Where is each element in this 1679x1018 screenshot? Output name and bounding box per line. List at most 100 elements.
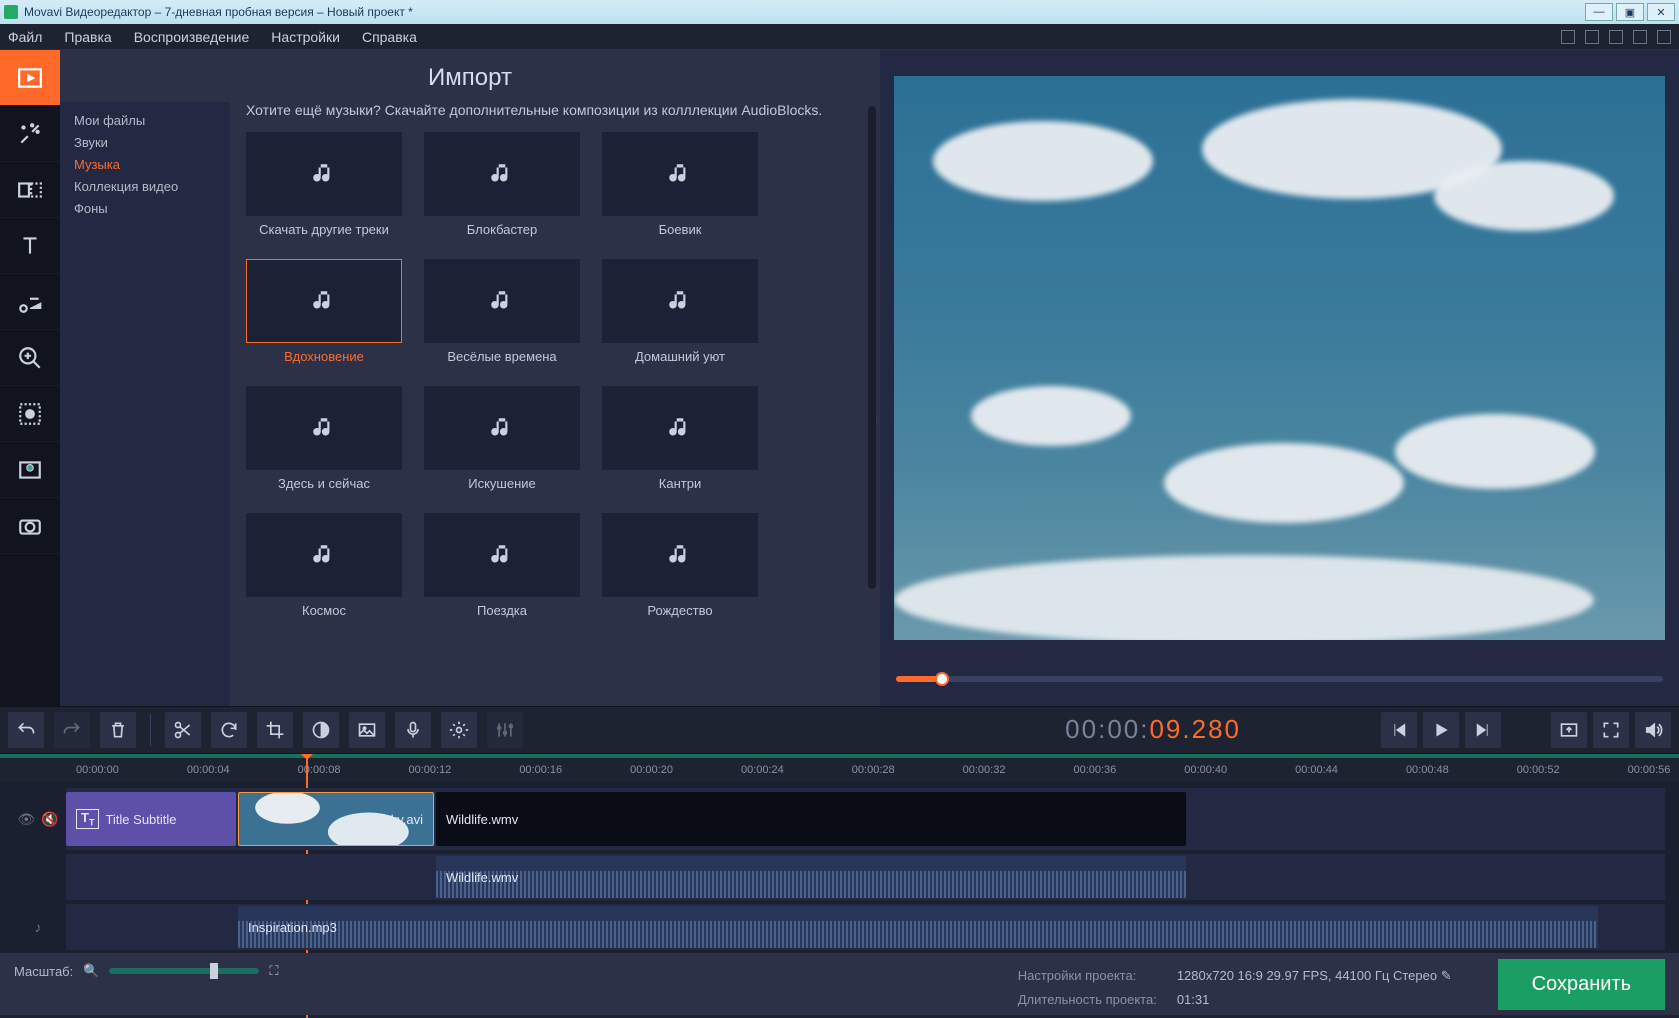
timecode-current: 09.280 [1149, 714, 1241, 744]
menu-help[interactable]: Справка [362, 29, 417, 45]
clip-wildlife-video[interactable]: Wildlife.wmv [436, 792, 1186, 846]
timecode-prefix: 00:00: [1065, 714, 1149, 744]
next-button[interactable] [1465, 712, 1501, 748]
zoom-fit-icon[interactable]: ⛶ [269, 963, 278, 979]
ruler-tick: 00:00:24 [741, 764, 784, 776]
ruler-tick: 00:00:36 [1073, 764, 1116, 776]
close-button[interactable]: ✕ [1647, 3, 1675, 21]
social-youtube-icon[interactable] [1561, 30, 1575, 44]
mute-icon[interactable]: 🔇 [41, 811, 58, 828]
editor-toolbar: 00:00:09.280 [0, 706, 1679, 754]
timeline: 00:00:0000:00:0400:00:0800:00:1200:00:16… [0, 754, 1679, 974]
music-tile[interactable]: Весёлые времена [424, 259, 580, 364]
time-ruler[interactable]: 00:00:0000:00:0400:00:0800:00:1200:00:16… [0, 754, 1679, 782]
maximize-button[interactable]: ▣ [1616, 3, 1644, 21]
social-vk-icon[interactable] [1633, 30, 1647, 44]
export-frame-button[interactable] [1551, 712, 1587, 748]
ruler-tick: 00:00:12 [408, 764, 451, 776]
volume-button[interactable] [1635, 712, 1671, 748]
eye-icon[interactable]: 👁 [17, 811, 35, 828]
tool-titles[interactable] [0, 218, 60, 274]
ruler-tick: 00:00:20 [630, 764, 673, 776]
music-tile[interactable]: Вдохновение [246, 259, 402, 364]
music-tile-label: Поездка [424, 603, 580, 618]
menu-settings[interactable]: Настройки [271, 29, 340, 45]
social-fb-icon[interactable] [1609, 30, 1623, 44]
project-info: Настройки проекта: 1280x720 16:9 29.97 F… [1016, 963, 1454, 1013]
zoom-out-icon[interactable]: 🔍 [83, 963, 99, 979]
tool-transitions[interactable] [0, 162, 60, 218]
social-ok-icon[interactable] [1585, 30, 1599, 44]
seek-knob-icon[interactable] [935, 672, 949, 686]
color-button[interactable] [303, 712, 339, 748]
category-backgrounds[interactable]: Фоны [74, 198, 216, 220]
tool-import[interactable] [0, 50, 60, 106]
ruler-tick: 00:00:32 [963, 764, 1006, 776]
fullscreen-button[interactable] [1593, 712, 1629, 748]
status-bar: Масштаб: 🔍 ⛶ Настройки проекта: 1280x720… [0, 953, 1679, 1015]
split-button[interactable] [165, 712, 201, 748]
menu-bar: Файл Правка Воспроизведение Настройки Сп… [0, 24, 1679, 50]
tool-callouts[interactable] [0, 274, 60, 330]
redo-button[interactable] [54, 712, 90, 748]
clip-props-button[interactable] [349, 712, 385, 748]
category-sounds[interactable]: Звуки [74, 132, 216, 154]
social-share-icon[interactable] [1657, 30, 1671, 44]
clip-sky[interactable]: sky.avi [238, 792, 434, 846]
ruler-tick: 00:00:28 [852, 764, 895, 776]
category-my-files[interactable]: Мои файлы [74, 110, 216, 132]
ruler-tick: 00:00:48 [1406, 764, 1449, 776]
edit-settings-icon[interactable]: ✎ [1441, 968, 1452, 983]
menu-playback[interactable]: Воспроизведение [134, 29, 250, 45]
music-tile-label: Здесь и сейчас [246, 476, 402, 491]
music-tile[interactable]: Искушение [424, 386, 580, 491]
minimize-button[interactable]: ― [1585, 3, 1613, 21]
zoom-slider[interactable] [109, 968, 259, 974]
music-tile-label: Искушение [424, 476, 580, 491]
clip-title[interactable]: TTTitle Subtitle [66, 792, 236, 846]
music-tile[interactable]: Домашний уют [602, 259, 758, 364]
save-button[interactable]: Сохранить [1498, 959, 1665, 1010]
rotate-button[interactable] [211, 712, 247, 748]
music-tile[interactable]: Скачать другие треки [246, 132, 402, 237]
music-tile[interactable]: Поездка [424, 513, 580, 618]
undo-button[interactable] [8, 712, 44, 748]
import-categories: Мои файлы Звуки Музыка Коллекция видео Ф… [60, 102, 230, 706]
crop-button[interactable] [257, 712, 293, 748]
tool-filters[interactable] [0, 106, 60, 162]
prev-button[interactable] [1381, 712, 1417, 748]
category-video-collection[interactable]: Коллекция видео [74, 176, 216, 198]
ruler-tick: 00:00:52 [1517, 764, 1560, 776]
audio-props-button[interactable] [441, 712, 477, 748]
clip-wildlife-audio[interactable]: Wildlife.wmv [436, 856, 1186, 898]
duration-value: 01:31 [1177, 989, 1452, 1011]
settings-label: Настройки проекта: [1018, 965, 1175, 987]
video-preview[interactable] [894, 76, 1665, 640]
music-tile[interactable]: Здесь и сейчас [246, 386, 402, 491]
equalizer-button[interactable] [487, 712, 523, 748]
music-tile[interactable]: Блокбастер [424, 132, 580, 237]
menu-file[interactable]: Файл [8, 29, 42, 45]
music-grid: Скачать другие трекиБлокбастерБоевик Вдох… [246, 132, 864, 618]
music-tile[interactable]: Рождество [602, 513, 758, 618]
tool-zoom[interactable] [0, 330, 60, 386]
grid-scrollbar[interactable] [868, 106, 876, 589]
preview-panel [880, 50, 1679, 706]
music-tile[interactable]: Боевик [602, 132, 758, 237]
tool-capture[interactable] [0, 498, 60, 554]
music-tile[interactable]: Космос [246, 513, 402, 618]
music-tile-label: Весёлые времена [424, 349, 580, 364]
category-music[interactable]: Музыка [74, 154, 216, 176]
clip-inspiration[interactable]: Inspiration.mp3 [238, 906, 1598, 948]
seek-bar[interactable] [896, 676, 1663, 682]
tool-chroma[interactable] [0, 442, 60, 498]
import-panel: Импорт Мои файлы Звуки Музыка Коллекция … [60, 50, 880, 706]
delete-button[interactable] [100, 712, 136, 748]
music-tile[interactable]: Кантри [602, 386, 758, 491]
tool-highlight[interactable] [0, 386, 60, 442]
play-button[interactable] [1423, 712, 1459, 748]
ruler-tick: 00:00:40 [1184, 764, 1227, 776]
mic-button[interactable] [395, 712, 431, 748]
audio-track: ♪ Inspiration.mp3 [10, 904, 1679, 950]
menu-edit[interactable]: Правка [64, 29, 111, 45]
